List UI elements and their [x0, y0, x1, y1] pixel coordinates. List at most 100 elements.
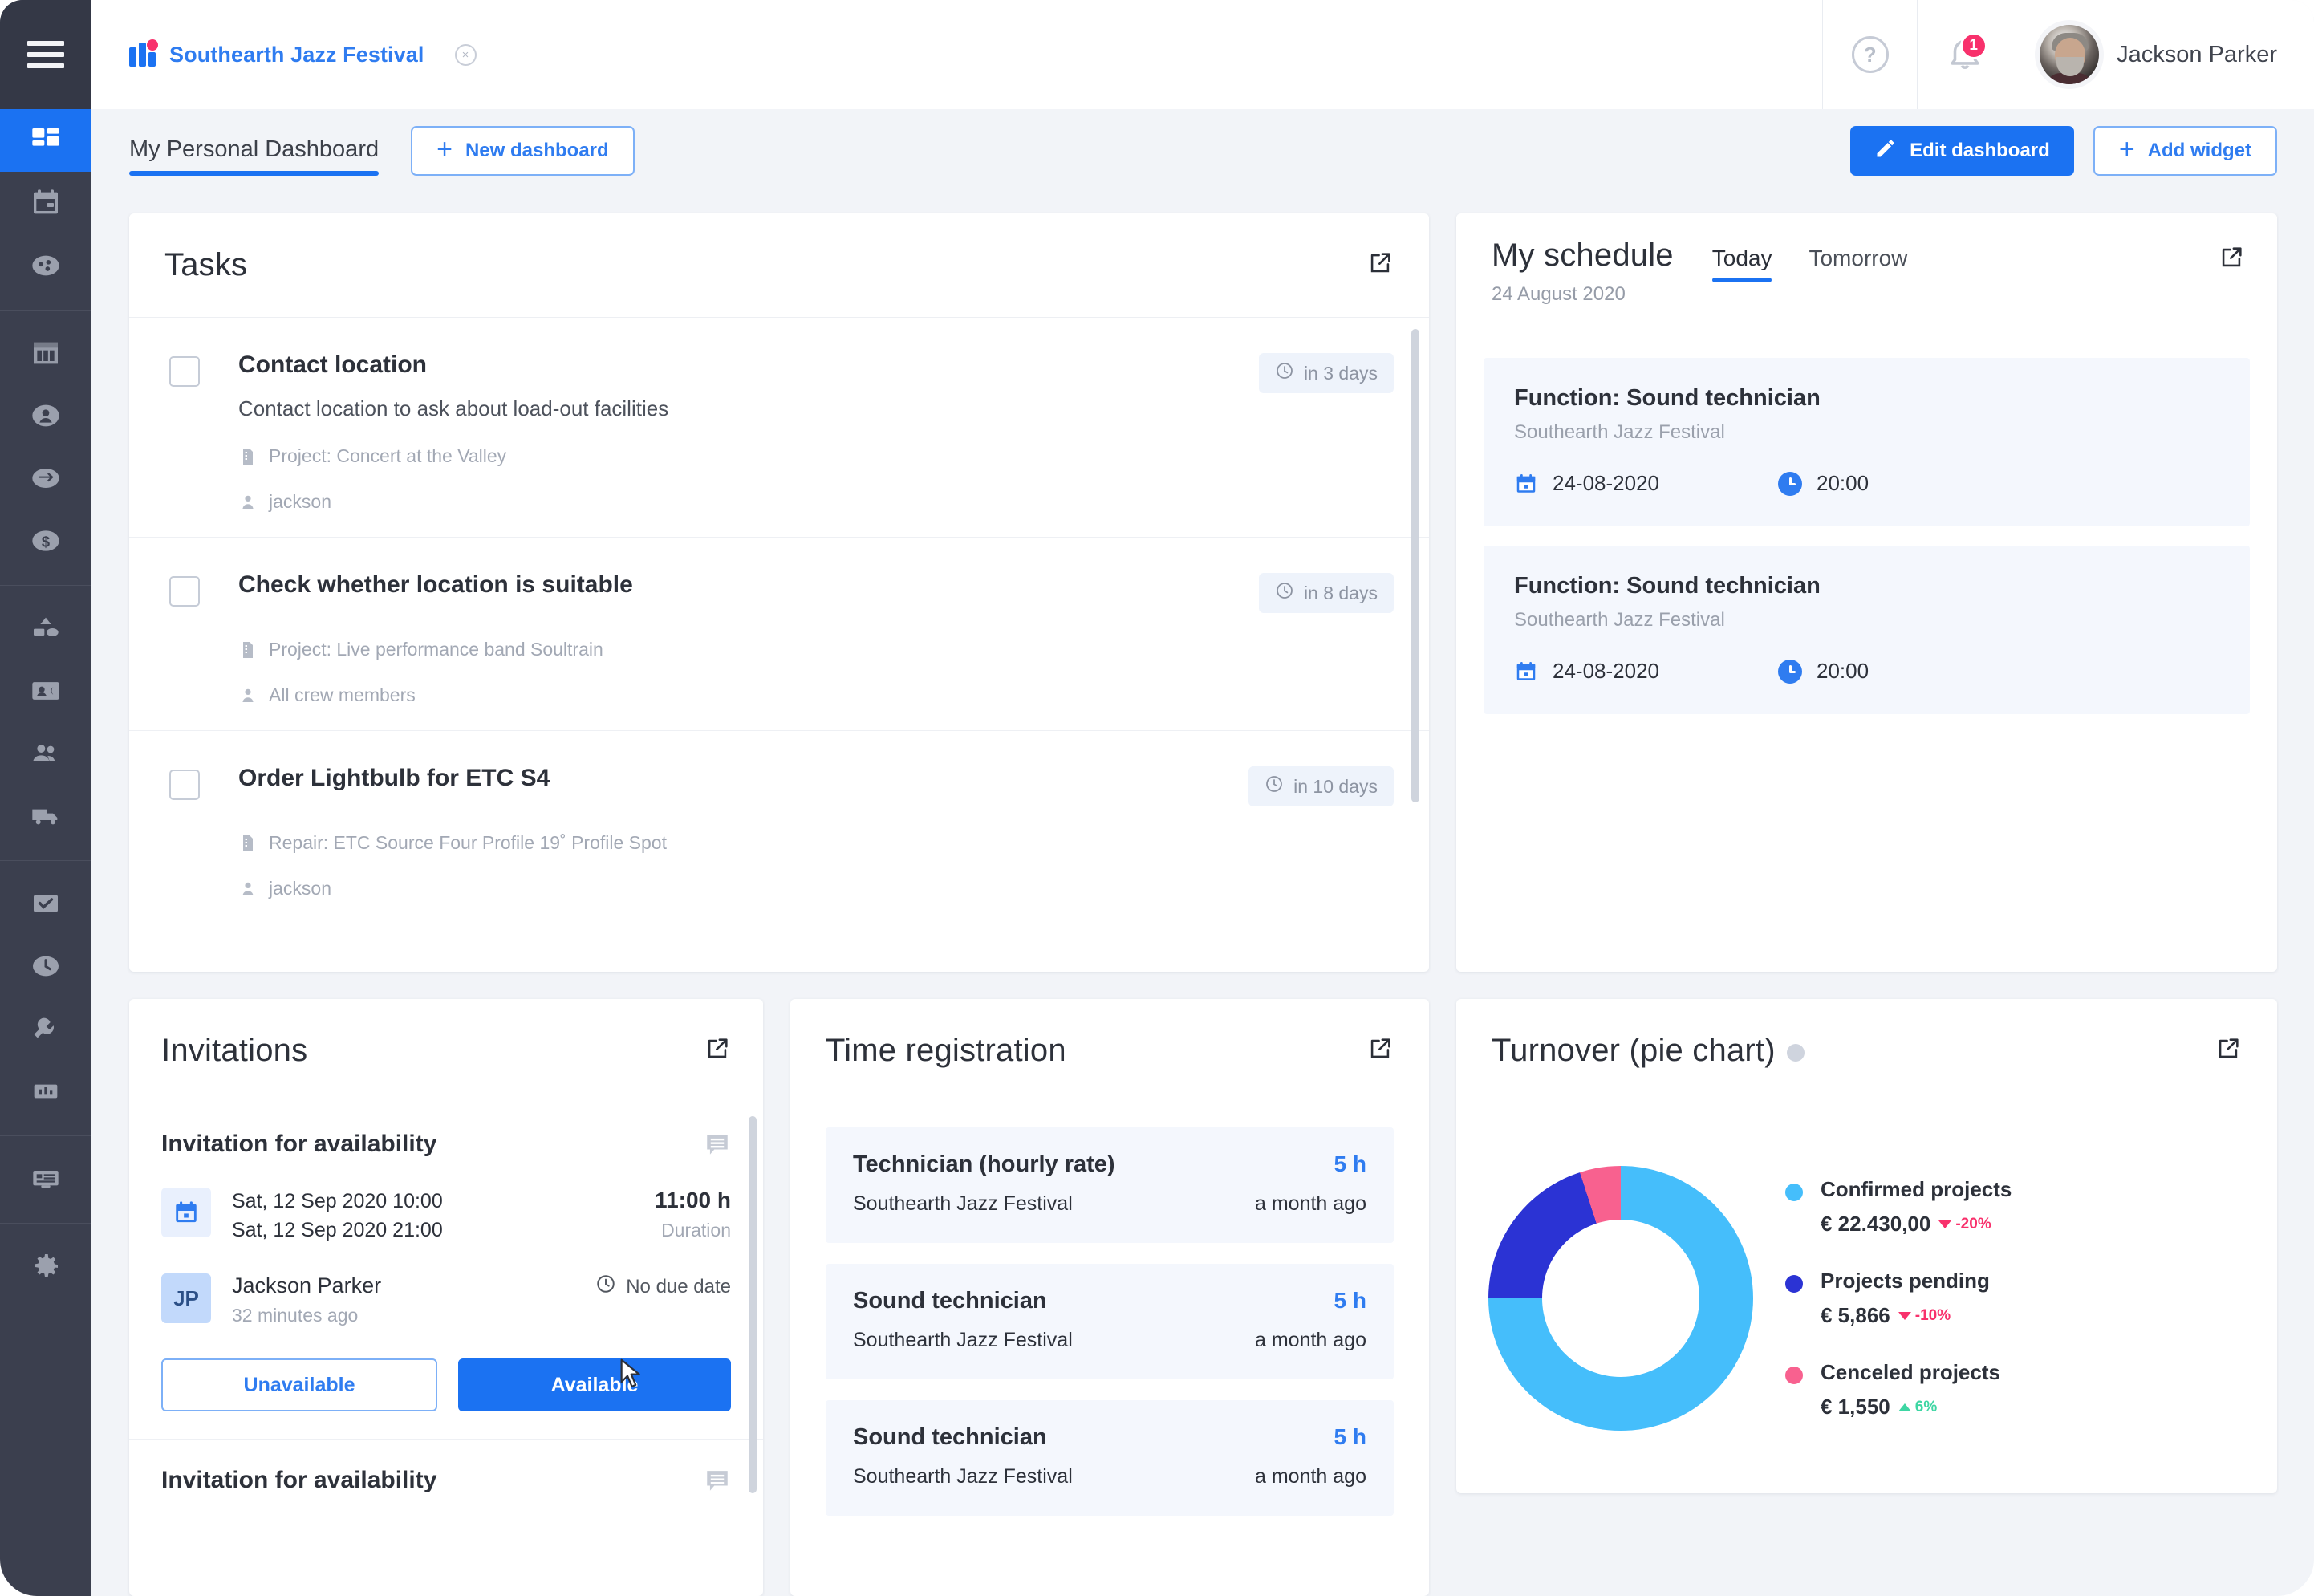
sidebar-item-tasks[interactable] — [0, 872, 91, 935]
table-row[interactable]: Order Lightbulb for ETC S4 Repair: ETC S… — [129, 731, 1429, 924]
sidebar-item-finance[interactable]: $ — [0, 510, 91, 572]
time-entry-ago: a month ago — [1255, 1465, 1366, 1488]
open-external-icon[interactable] — [2218, 244, 2245, 275]
tasks-scrollbar[interactable] — [1411, 329, 1419, 802]
available-button[interactable]: Available — [458, 1358, 731, 1411]
table-row[interactable]: Check whether location is suitable Proje… — [129, 538, 1429, 731]
time-entry-name: Technician (hourly rate) — [853, 1151, 1115, 1177]
sidebar-item-repairs[interactable] — [0, 997, 91, 1060]
sidebar-item-people[interactable] — [0, 722, 91, 785]
project-name: Southearth Jazz Festival — [169, 42, 424, 67]
sidebar-item-time-registration[interactable] — [0, 935, 91, 997]
sidebar-item-transfers[interactable] — [0, 447, 91, 510]
task-checkbox[interactable] — [169, 356, 200, 387]
task-title: Contact location — [238, 351, 428, 378]
time-entry-top: Sound technician 5 h — [853, 1424, 1366, 1451]
list-item[interactable]: Technician (hourly rate) 5 h Southearth … — [826, 1127, 1394, 1243]
close-icon[interactable]: × — [454, 43, 477, 66]
time-entry-hours: 5 h — [1334, 1288, 1366, 1313]
sidebar-item-transport[interactable] — [0, 785, 91, 847]
brand-block[interactable]: Southearth Jazz Festival × — [91, 39, 477, 68]
news-icon — [30, 1163, 62, 1195]
invitation-head: Invitation for availability — [161, 1467, 731, 1498]
sidebar-item-settings[interactable] — [0, 1235, 91, 1298]
sidebar-item-news[interactable] — [0, 1147, 91, 1210]
finance-icon: $ — [30, 525, 62, 557]
notifications-button[interactable]: 1 — [1917, 0, 2012, 109]
comment-icon[interactable] — [704, 1467, 731, 1498]
open-external-icon[interactable] — [1366, 250, 1394, 281]
list-item[interactable]: Function: Sound technician Southearth Ja… — [1484, 358, 2250, 526]
time-entry-bottom: Southearth Jazz Festival a month ago — [853, 1465, 1366, 1488]
time-entry-name: Sound technician — [853, 1424, 1047, 1450]
invitations-scrollbar[interactable] — [749, 1116, 757, 1493]
schedule-title-col: My schedule 24 August 2020 — [1492, 238, 1674, 306]
time-entry-project: Southearth Jazz Festival — [853, 1192, 1073, 1215]
invitation-date-col: Sat, 12 Sep 2020 10:00 Sat, 12 Sep 2020 … — [232, 1188, 655, 1245]
turnover-widget: Turnover (pie chart) Confirmed projects … — [1456, 999, 2277, 1493]
open-external-icon[interactable] — [2215, 1035, 2242, 1066]
invitations-header: Invitations — [129, 999, 763, 1103]
sidebar-item-planning[interactable] — [0, 234, 91, 297]
task-checkbox[interactable] — [169, 576, 200, 607]
sidebar-item-projects[interactable] — [0, 322, 91, 384]
planning-icon — [30, 250, 62, 282]
invitation-title: Invitation for availability — [161, 1131, 437, 1157]
turnover-title: Turnover (pie chart) — [1492, 1033, 1776, 1068]
user-menu[interactable]: Jackson Parker — [2012, 0, 2314, 109]
task-checkbox[interactable] — [169, 770, 200, 800]
open-external-icon[interactable] — [1366, 1035, 1394, 1066]
tab-today[interactable]: Today — [1711, 246, 1772, 282]
info-icon[interactable] — [1786, 1043, 1805, 1062]
task-assignee-label: All crew members — [269, 684, 416, 705]
list-item[interactable]: Invitation for availability — [129, 1440, 763, 1498]
legend-value: € 22.430,00 -20% — [1821, 1212, 2012, 1237]
edit-dashboard-button[interactable]: Edit dashboard — [1850, 126, 2074, 176]
list-item[interactable]: Sound technician 5 h Southearth Jazz Fes… — [826, 1400, 1394, 1516]
help-button[interactable]: ? — [1822, 0, 1917, 109]
sidebar-item-reports[interactable] — [0, 1060, 91, 1123]
legend-delta: 6% — [1898, 1399, 1937, 1416]
tasks-widget: Tasks Contact location Contact location … — [129, 213, 1429, 972]
schedule-date: 24 August 2020 — [1492, 283, 1626, 305]
table-row[interactable]: Contact location Contact location to ask… — [129, 318, 1429, 538]
add-widget-button[interactable]: + Add widget — [2093, 126, 2277, 176]
tab-my-personal-dashboard[interactable]: My Personal Dashboard — [129, 136, 380, 176]
sidebar-item-crew-cards[interactable] — [0, 660, 91, 722]
turnover-header: Turnover (pie chart) — [1456, 999, 2277, 1103]
sidebar-divider — [0, 860, 91, 861]
sidebar-item-equipment[interactable] — [0, 597, 91, 660]
list-item[interactable]: Invitation for availability Sat, 12 Sep … — [129, 1103, 763, 1440]
task-project-label: Project: Concert at the Valley — [269, 445, 507, 466]
sidebar-item-dashboard[interactable] — [0, 109, 91, 172]
task-content: Check whether location is suitable Proje… — [238, 571, 1259, 706]
legend-text: Cenceled projects € 1,550 6% — [1821, 1360, 2000, 1419]
legend-delta: -20% — [1938, 1216, 1991, 1233]
status-badge: in 3 days — [1258, 353, 1394, 393]
comment-icon[interactable] — [704, 1131, 731, 1162]
list-item[interactable]: Function: Sound technician Southearth Ja… — [1484, 546, 2250, 714]
person-name: Jackson Parker — [232, 1273, 382, 1298]
pencil-icon — [1874, 137, 1897, 165]
legend-delta-text: 6% — [1914, 1398, 1938, 1415]
plus-icon: + — [2118, 134, 2135, 164]
gear-icon — [30, 1250, 62, 1282]
dashboard-toolbar: My Personal Dashboard + New dashboard Ed… — [91, 109, 2314, 193]
schedule-time-kv: 20:00 — [1778, 659, 1869, 684]
sidebar-item-contacts[interactable] — [0, 384, 91, 447]
schedule-list: Function: Sound technician Southearth Ja… — [1456, 335, 2277, 737]
invitation-dates: Sat, 12 Sep 2020 10:00 Sat, 12 Sep 2020 … — [161, 1188, 731, 1245]
task-description: Contact location to ask about load-out f… — [238, 396, 669, 420]
unavailable-button[interactable]: Unavailable — [161, 1358, 437, 1411]
document-icon — [238, 447, 258, 466]
menu-toggle-button[interactable] — [0, 0, 91, 109]
invitation-actions: Unavailable Available — [161, 1358, 731, 1411]
sidebar-item-calendar[interactable] — [0, 172, 91, 234]
tasks-icon — [30, 887, 62, 920]
list-item[interactable]: Sound technician 5 h Southearth Jazz Fes… — [826, 1264, 1394, 1379]
calendar-icon — [30, 187, 62, 219]
tab-tomorrow[interactable]: Tomorrow — [1809, 246, 1907, 282]
open-external-icon[interactable] — [704, 1035, 731, 1066]
schedule-project: Southearth Jazz Festival — [1514, 421, 1725, 443]
new-dashboard-button[interactable]: + New dashboard — [411, 126, 635, 176]
